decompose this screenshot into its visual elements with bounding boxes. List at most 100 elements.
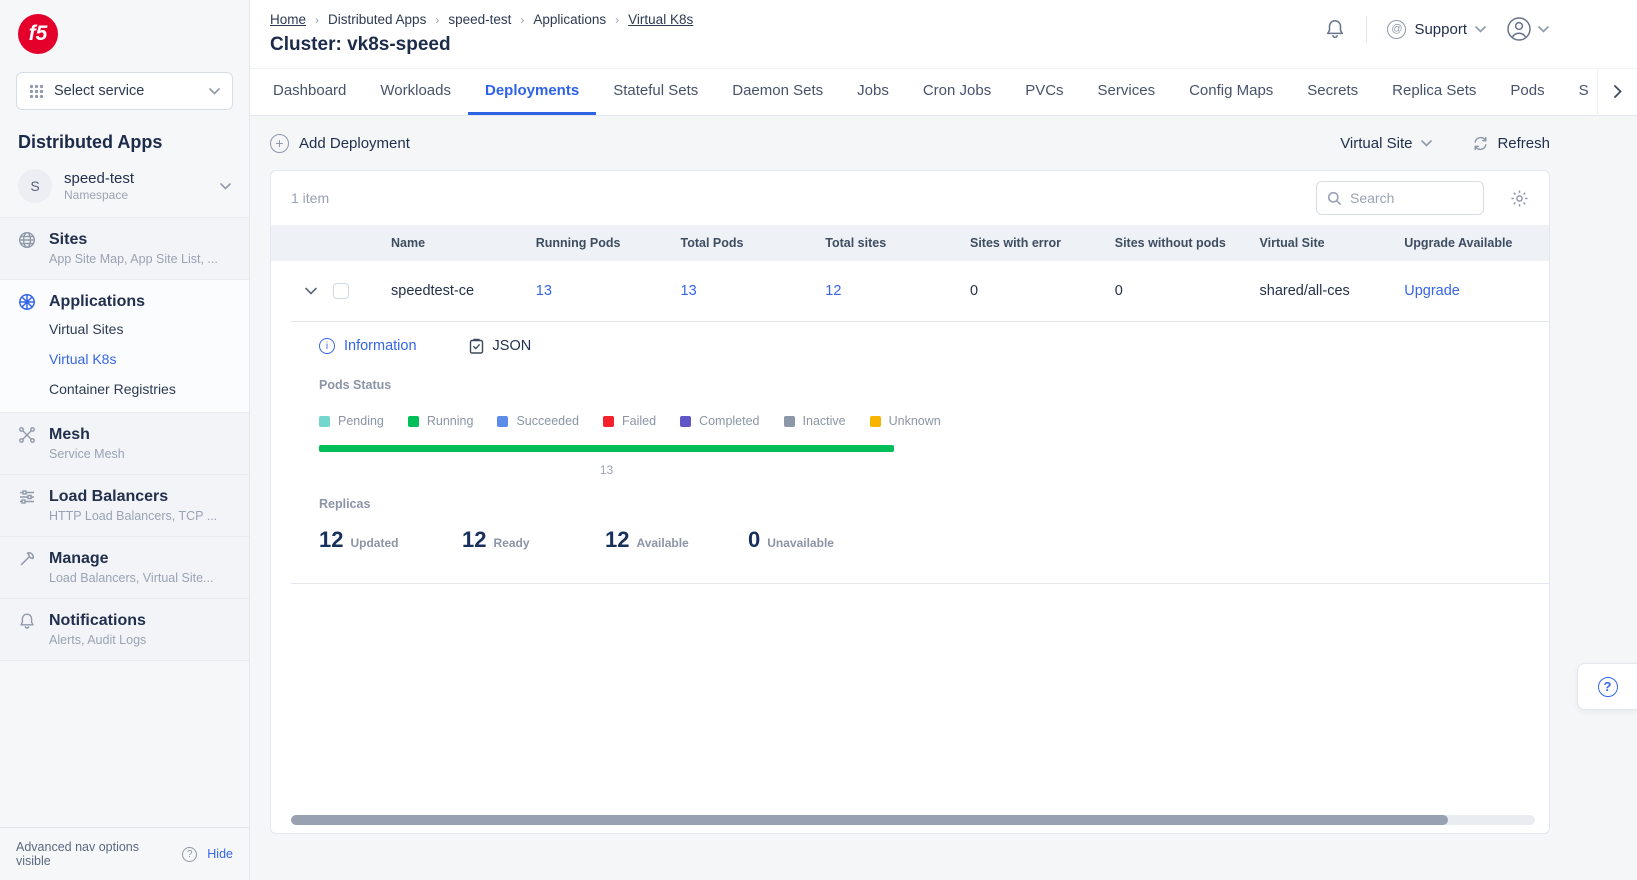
row-expand-caret-icon[interactable] — [305, 287, 317, 295]
notifications-bell-icon[interactable] — [1324, 18, 1346, 40]
horizontal-scrollbar[interactable] — [291, 815, 1535, 825]
refresh-button[interactable]: Refresh — [1472, 135, 1550, 152]
tab-jobs[interactable]: Jobs — [840, 69, 906, 115]
column-header-virtual-site: Virtual Site — [1260, 236, 1405, 250]
plus-circle-icon: + — [270, 134, 289, 153]
detail-tab-information-label: Information — [344, 338, 417, 354]
stat-available: 12 Available — [605, 527, 748, 553]
legend-item-succeeded: Succeeded — [497, 414, 579, 428]
stat-unavailable: 0 Unavailable — [748, 527, 891, 553]
row-detail-panel: i Information JSON — [291, 321, 1549, 584]
legend-item-failed: Failed — [603, 414, 656, 428]
tab-secrets[interactable]: Secrets — [1290, 69, 1375, 115]
sidebar-item-load-balancers[interactable]: Load Balancers HTTP Load Balancers, TCP … — [0, 474, 249, 536]
breadcrumb-separator: › — [615, 13, 619, 27]
search-input[interactable] — [1350, 190, 1460, 206]
horizontal-scrollbar-thumb[interactable] — [291, 815, 1448, 825]
select-service-label: Select service — [54, 83, 199, 99]
sidebar-item-virtual-k8s[interactable]: Virtual K8s — [49, 351, 231, 367]
sidebar-item-container-registries[interactable]: Container Registries — [49, 381, 231, 397]
sidebar-item-label: Load Balancers — [49, 488, 168, 506]
search-box[interactable] — [1316, 181, 1484, 215]
main-area: Home › Distributed Apps › speed-test › A… — [250, 0, 1637, 880]
replica-stats: 12 Updated 12 Ready 12 Available 0 Unava… — [319, 527, 1549, 553]
tab-cron-jobs[interactable]: Cron Jobs — [906, 69, 1008, 115]
breadcrumb-distributed-apps[interactable]: Distributed Apps — [328, 12, 426, 27]
breadcrumb-virtual-k8s[interactable]: Virtual K8s — [628, 12, 693, 27]
legend-swatch-pending — [319, 416, 330, 427]
tab-replica-sets[interactable]: Replica Sets — [1375, 69, 1493, 115]
select-service-dropdown[interactable]: Select service — [16, 72, 233, 110]
kubernetes-wheel-icon — [18, 293, 36, 311]
logo-row: f5 — [0, 0, 249, 64]
cell-total-pods-link[interactable]: 13 — [681, 283, 826, 299]
legend-swatch-unknown — [870, 416, 881, 427]
column-header-upgrade-available: Upgrade Available — [1404, 236, 1549, 250]
f5-logo[interactable]: f5 — [18, 14, 58, 54]
sidebar-item-virtual-sites[interactable]: Virtual Sites — [49, 321, 231, 337]
add-deployment-button[interactable]: + Add Deployment — [270, 134, 410, 153]
tabs-scroll-right-button[interactable] — [1597, 69, 1637, 114]
tab-pods[interactable]: Pods — [1493, 69, 1561, 115]
load-balancer-icon — [18, 488, 36, 506]
chevron-down-icon — [1421, 140, 1432, 147]
sidebar-item-mesh[interactable]: Mesh Service Mesh — [0, 412, 249, 474]
stat-updated: 12 Updated — [319, 527, 462, 553]
namespace-name: speed-test — [64, 170, 208, 187]
namespace-selector[interactable]: S speed-test Namespace — [0, 159, 249, 217]
namespace-type: Namespace — [64, 188, 208, 202]
support-menu[interactable]: @ Support — [1387, 20, 1486, 39]
tab-dashboard[interactable]: Dashboard — [256, 69, 363, 115]
breadcrumb-applications[interactable]: Applications — [533, 12, 606, 27]
tab-pvcs[interactable]: PVCs — [1008, 69, 1080, 115]
row-checkbox[interactable] — [333, 283, 349, 299]
cell-sites-with-error: 0 — [970, 283, 1115, 299]
legend-swatch-completed — [680, 416, 691, 427]
sidebar-item-manage[interactable]: Manage Load Balancers, Virtual Site... — [0, 536, 249, 598]
breadcrumb-separator: › — [435, 13, 439, 27]
tab-daemon-sets[interactable]: Daemon Sets — [715, 69, 840, 115]
column-header-sites-with-error: Sites with error — [970, 236, 1115, 250]
virtual-site-label: Virtual Site — [1340, 135, 1412, 152]
question-circle-icon: ? — [182, 847, 197, 862]
help-button[interactable]: ? — [1577, 663, 1637, 710]
sidebar: f5 Select service Distributed Apps S spe… — [0, 0, 250, 880]
sidebar-item-applications[interactable]: Applications Virtual Sites Virtual K8s C… — [0, 279, 249, 412]
tab-deployments[interactable]: Deployments — [468, 69, 596, 115]
sidebar-item-sub: Service Mesh — [49, 447, 231, 461]
namespace-avatar: S — [18, 169, 52, 203]
virtual-site-dropdown[interactable]: Virtual Site — [1340, 135, 1432, 152]
detail-tab-json[interactable]: JSON — [469, 338, 532, 354]
tab-truncated[interactable]: S — [1562, 69, 1588, 115]
cell-total-sites-link[interactable]: 12 — [825, 283, 970, 299]
replicas-label: Replicas — [319, 497, 1549, 511]
refresh-label: Refresh — [1497, 135, 1550, 152]
support-at-icon: @ — [1387, 20, 1406, 39]
breadcrumb-home[interactable]: Home — [270, 12, 306, 27]
sidebar-item-notifications[interactable]: Notifications Alerts, Audit Logs — [0, 598, 249, 660]
sidebar-spacer — [0, 660, 249, 827]
sidebar-item-sub: Load Balancers, Virtual Site... — [49, 571, 231, 585]
tab-workloads[interactable]: Workloads — [363, 69, 468, 115]
tab-config-maps[interactable]: Config Maps — [1172, 69, 1290, 115]
cell-upgrade-link[interactable]: Upgrade — [1404, 283, 1549, 299]
column-header-total-sites: Total sites — [825, 236, 970, 250]
info-circle-icon: i — [319, 338, 335, 354]
chevron-down-icon — [1475, 26, 1486, 33]
sidebar-item-label: Notifications — [49, 612, 146, 630]
chevron-down-icon — [209, 88, 220, 95]
account-menu[interactable] — [1506, 16, 1549, 42]
cell-running-pods-link[interactable]: 13 — [536, 283, 681, 299]
gear-icon[interactable] — [1510, 189, 1529, 208]
pods-status-legend: Pending Running Succeeded Failed — [319, 414, 1549, 428]
breadcrumb-speed-test[interactable]: speed-test — [448, 12, 511, 27]
tab-stateful-sets[interactable]: Stateful Sets — [596, 69, 715, 115]
hide-advanced-nav-link[interactable]: Hide — [207, 847, 233, 861]
detail-tab-information[interactable]: i Information — [319, 338, 417, 354]
sidebar-item-sites[interactable]: Sites App Site Map, App Site List, ... — [0, 217, 249, 279]
detail-tab-json-label: JSON — [493, 338, 532, 354]
mesh-icon — [18, 426, 36, 444]
sidebar-item-sub: App Site Map, App Site List, ... — [49, 252, 231, 266]
tab-services[interactable]: Services — [1081, 69, 1173, 115]
column-header-total-pods: Total Pods — [681, 236, 826, 250]
